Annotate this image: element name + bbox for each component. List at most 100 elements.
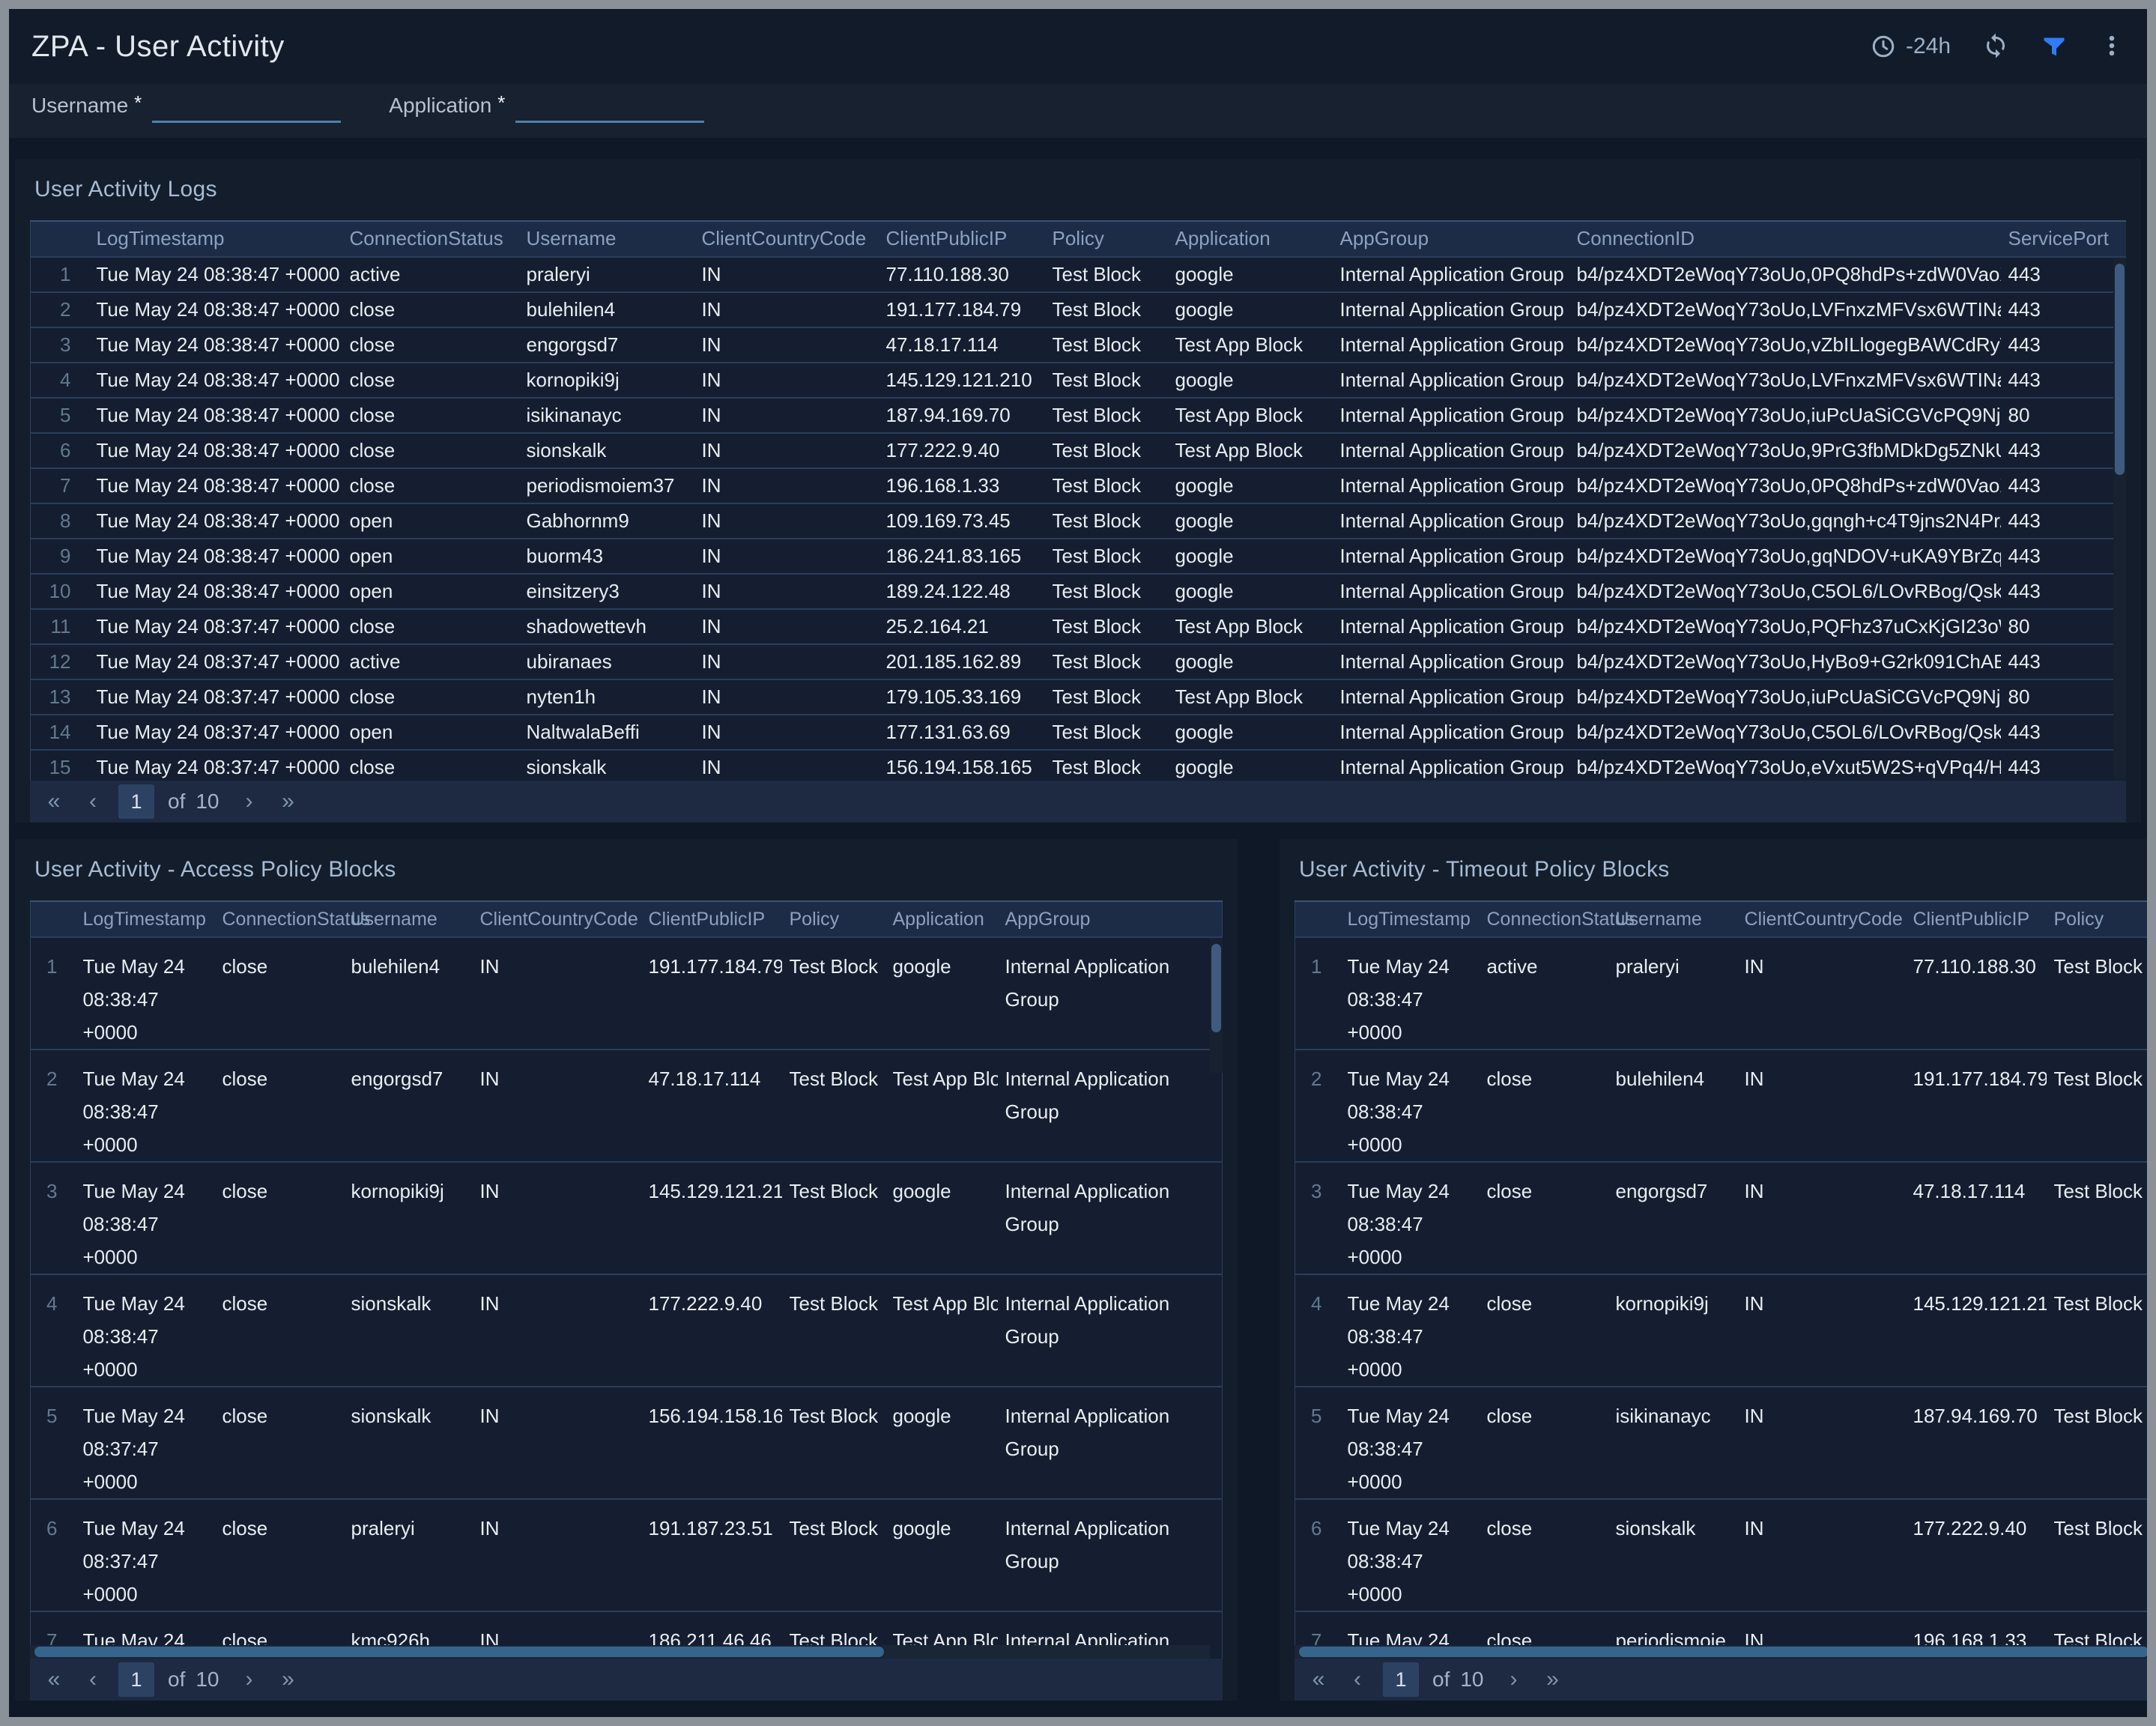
cell-client-public-ip: 77.110.188.30 [1906, 937, 2047, 1050]
cell-client-public-ip: 156.194.158.165 [879, 750, 1045, 781]
next-page-button[interactable]: › [1495, 1659, 1533, 1701]
horizontal-scrollbar-thumb[interactable] [1299, 1647, 2147, 1657]
cell-client-country-code: IN [694, 398, 879, 433]
refresh-button[interactable] [1982, 32, 2009, 61]
vertical-scrollbar-thumb[interactable] [1211, 944, 1221, 1032]
column-header-label: ClientPublicIP [649, 909, 766, 930]
current-page-indicator[interactable]: 1 [118, 784, 154, 819]
first-page-button[interactable]: « [34, 1659, 73, 1701]
column-header[interactable]: ConnectionStatus [1480, 901, 1608, 937]
cell-client-public-ip: 191.187.23.51 [641, 1499, 782, 1611]
prev-page-button[interactable]: ‹ [73, 781, 112, 823]
column-header[interactable]: Username [519, 221, 694, 257]
column-header[interactable]: ClientPublicIP [879, 221, 1045, 257]
cell-service-port: 443 [2001, 257, 2127, 292]
column-header-label: Username [1616, 909, 1702, 930]
row-number: 9 [31, 539, 89, 574]
vertical-scrollbar-track[interactable] [2113, 258, 2126, 779]
page-of-label: of [168, 1668, 185, 1692]
cell-username: kornopiki9j [1608, 1274, 1737, 1387]
column-header[interactable]: Application [1168, 221, 1333, 257]
table-row: 3 Tue May 24 08:38:47 +0000 close kornop… [31, 1162, 1223, 1274]
table-row: 5 Tue May 24 08:38:47 +0000 close isikin… [1295, 1387, 2148, 1499]
cell-client-country-code: IN [694, 433, 879, 468]
vertical-scrollbar-track[interactable] [1210, 938, 1223, 1073]
column-header[interactable]: ClientCountryCode [694, 221, 879, 257]
application-input[interactable] [515, 91, 704, 123]
row-number: 12 [31, 644, 89, 679]
cell-log-timestamp: Tue May 24 08:37:47 +0000 [89, 715, 342, 750]
column-header[interactable]: ConnectionStatus [215, 901, 344, 937]
cell-log-timestamp: Tue May 24 08:38:47 +0000 [89, 539, 342, 574]
column-header[interactable]: ClientPublicIP [1906, 901, 2047, 937]
cell-connection-status: close [342, 398, 519, 433]
horizontal-scrollbar-track[interactable] [1294, 1645, 2147, 1659]
cell-app-group: Internal Application Group [1333, 609, 1569, 644]
column-header[interactable]: Policy [1045, 221, 1168, 257]
table-row: 12 Tue May 24 08:37:47 +0000 active ubir… [31, 644, 2127, 679]
cell-client-country-code: IN [473, 1387, 641, 1499]
cell-application: google [1168, 468, 1333, 503]
username-label: Username* [31, 94, 142, 118]
cell-application: google [1168, 750, 1333, 781]
horizontal-scrollbar-thumb[interactable] [34, 1647, 884, 1657]
vertical-scrollbar-thumb[interactable] [2115, 264, 2125, 475]
cell-app-group: Internal Application Group [1333, 292, 1569, 327]
column-header[interactable]: Policy [782, 901, 885, 937]
cell-username: engorgsd7 [344, 1050, 473, 1162]
cell-app-group: Internal Application Group [1333, 644, 1569, 679]
first-page-button[interactable]: « [1299, 1659, 1338, 1701]
horizontal-scrollbar-track[interactable] [30, 1645, 1210, 1659]
column-header-label: ConnectionStatus [350, 227, 503, 249]
cell-policy: Test Block [782, 1387, 885, 1499]
last-page-button[interactable]: » [1533, 1659, 1572, 1701]
column-header[interactable]: AppGroup [1333, 221, 1569, 257]
current-page-indicator[interactable]: 1 [118, 1662, 154, 1697]
user-activity-logs-table: LogTimestampConnectionStatusUsernameClie… [30, 220, 2126, 781]
cell-username: nyten1h [519, 679, 694, 715]
column-header[interactable]: ClientCountryCode [473, 901, 641, 937]
column-header[interactable]: ClientPublicIP [641, 901, 782, 937]
cell-app-group: Internal Application Group [1333, 750, 1569, 781]
column-header[interactable]: ConnectionStatus [342, 221, 519, 257]
column-header[interactable]: LogTimestamp [89, 221, 342, 257]
last-page-button[interactable]: » [269, 781, 308, 823]
cell-client-public-ip: 47.18.17.114 [1906, 1162, 2047, 1274]
column-header-label: LogTimestamp [83, 909, 206, 930]
row-number: 5 [31, 1387, 76, 1499]
column-header[interactable]: Username [344, 901, 473, 937]
prev-page-button[interactable]: ‹ [73, 1659, 112, 1701]
column-header[interactable]: ConnectionID [1569, 221, 2001, 257]
cell-connection-status: close [1480, 1274, 1608, 1387]
page-title: ZPA - User Activity [31, 30, 285, 64]
panel-title-access-policy-blocks: User Activity - Access Policy Blocks [34, 857, 1223, 882]
time-range-button[interactable]: -24h [1870, 33, 1951, 60]
column-header[interactable]: ServicePort [2001, 221, 2127, 257]
cell-connection-status: open [342, 503, 519, 539]
current-page-indicator[interactable]: 1 [1383, 1662, 1419, 1697]
first-page-button[interactable]: « [34, 781, 73, 823]
last-page-button[interactable]: » [269, 1659, 308, 1701]
cell-log-timestamp: Tue May 24 08:37:47 +0000 [76, 1387, 215, 1499]
top-bar: ZPA - User Activity -24h [9, 9, 2147, 84]
column-header-label: Application [893, 909, 984, 930]
column-header[interactable]: Username [1608, 901, 1737, 937]
prev-page-button[interactable]: ‹ [1338, 1659, 1377, 1701]
username-input[interactable] [152, 91, 341, 123]
column-header[interactable]: ClientCountryCode [1737, 901, 1906, 937]
next-page-button[interactable]: › [230, 1659, 269, 1701]
column-header[interactable]: AppGroup [998, 901, 1223, 937]
column-header[interactable]: LogTimestamp [76, 901, 215, 937]
cell-connection-id: b4/pz4XDT2eWoqY73oUo,C5OL6/LOvRBog/Qsk90… [1569, 574, 2001, 609]
column-header-label: ServicePort [2008, 227, 2109, 249]
row-number: 5 [31, 398, 89, 433]
column-header[interactable]: Application [885, 901, 998, 937]
cell-username: bulehilen4 [344, 937, 473, 1050]
kebab-menu-button[interactable] [2099, 32, 2125, 61]
next-page-button[interactable]: › [230, 781, 269, 823]
filter-button[interactable] [2041, 32, 2068, 61]
column-header[interactable]: LogTimestamp [1340, 901, 1480, 937]
cell-client-country-code: IN [1737, 1499, 1906, 1611]
column-header[interactable]: Policy [2047, 901, 2148, 937]
cell-connection-status: close [342, 363, 519, 398]
